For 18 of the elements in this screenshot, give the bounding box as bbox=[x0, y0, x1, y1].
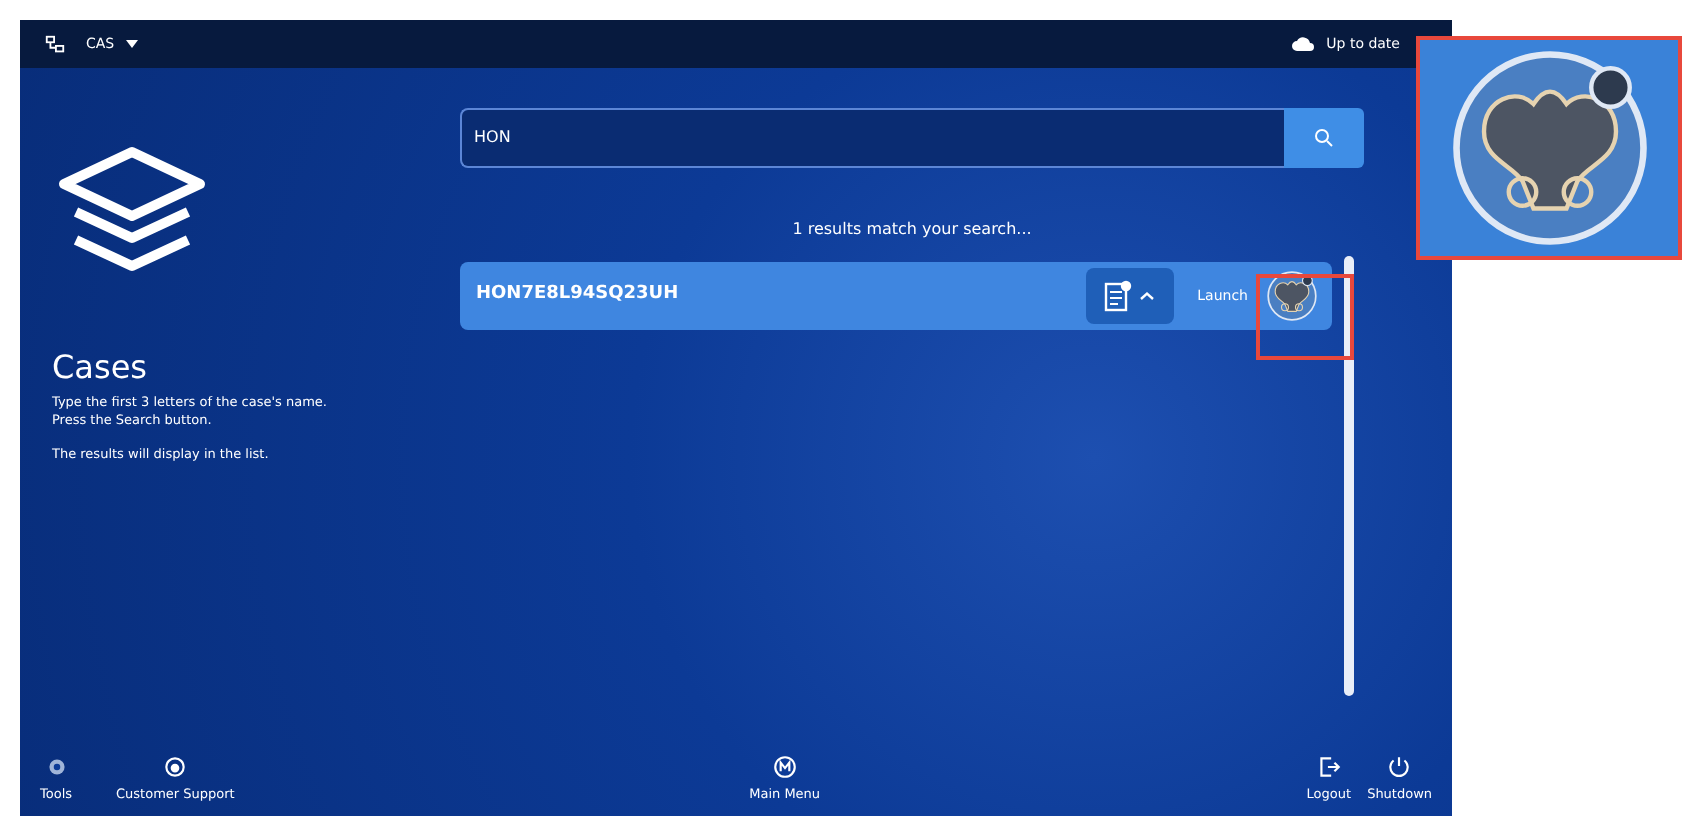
lifebuoy-icon bbox=[162, 754, 189, 781]
case-name: HON7E8L94SQ23UH bbox=[476, 282, 681, 309]
caret-icon[interactable] bbox=[126, 40, 139, 48]
section-title: Cases bbox=[52, 348, 149, 387]
search-icon bbox=[1312, 126, 1336, 150]
search-field[interactable]: HON bbox=[460, 108, 1284, 168]
cloud-icon bbox=[1292, 36, 1315, 52]
document-icon bbox=[1104, 280, 1133, 312]
document-button[interactable] bbox=[1085, 268, 1174, 324]
pelvis-icon bbox=[1264, 268, 1320, 324]
scrollbar[interactable] bbox=[1344, 256, 1354, 696]
highlight-frame bbox=[1256, 274, 1354, 360]
logout-icon bbox=[1315, 754, 1342, 781]
power-icon bbox=[1386, 754, 1413, 781]
results-summary: 1 results match your search... bbox=[790, 218, 1034, 242]
menu-icon bbox=[771, 754, 798, 781]
chevron-up-icon bbox=[1140, 292, 1155, 300]
network-icon bbox=[44, 33, 66, 55]
